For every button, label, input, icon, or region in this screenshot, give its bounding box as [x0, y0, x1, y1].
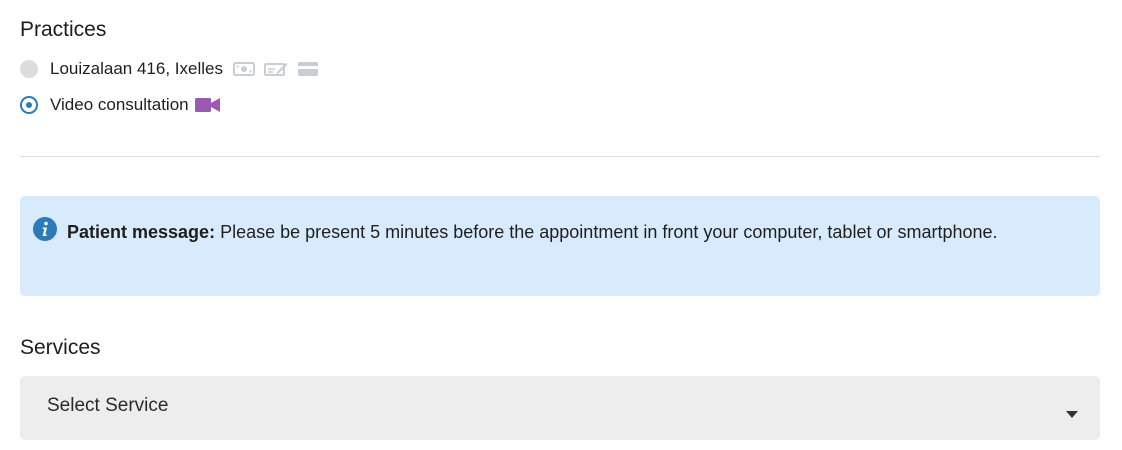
payment-methods: [232, 61, 319, 77]
cash-icon: [232, 61, 255, 77]
section-divider: [20, 156, 1100, 157]
check-icon: [263, 61, 288, 77]
service-select-value: Select Service: [47, 395, 169, 416]
chevron-down-icon[interactable]: [1066, 405, 1078, 418]
practice-option-label: Video consultation: [50, 95, 189, 114]
practice-option-louizalaan[interactable]: Louizalaan 416, Ixelles: [20, 58, 319, 80]
radio-selected[interactable]: [20, 96, 38, 114]
patient-message-label: Patient message:: [67, 222, 216, 242]
patient-message-body: Please be present 5 minutes before the a…: [215, 222, 998, 242]
practices-title: Practices: [20, 18, 107, 41]
patient-message-alert: Patient message: Please be present 5 min…: [20, 196, 1100, 296]
consultation-type-icons: [194, 97, 220, 113]
service-select[interactable]: Select Service: [20, 376, 1100, 440]
card-icon: [297, 61, 319, 77]
services-title: Services: [20, 336, 101, 359]
practice-option-label: Louizalaan 416, Ixelles: [50, 59, 223, 78]
patient-message-text: Patient message: Please be present 5 min…: [67, 217, 1027, 248]
radio-unselected[interactable]: [20, 60, 38, 78]
booking-form: Practices Louizalaan 416, Ixelles Video …: [0, 0, 1122, 450]
practice-option-video-consultation[interactable]: Video consultation: [20, 94, 220, 116]
info-icon: [33, 217, 57, 241]
video-camera-icon: [194, 97, 220, 113]
